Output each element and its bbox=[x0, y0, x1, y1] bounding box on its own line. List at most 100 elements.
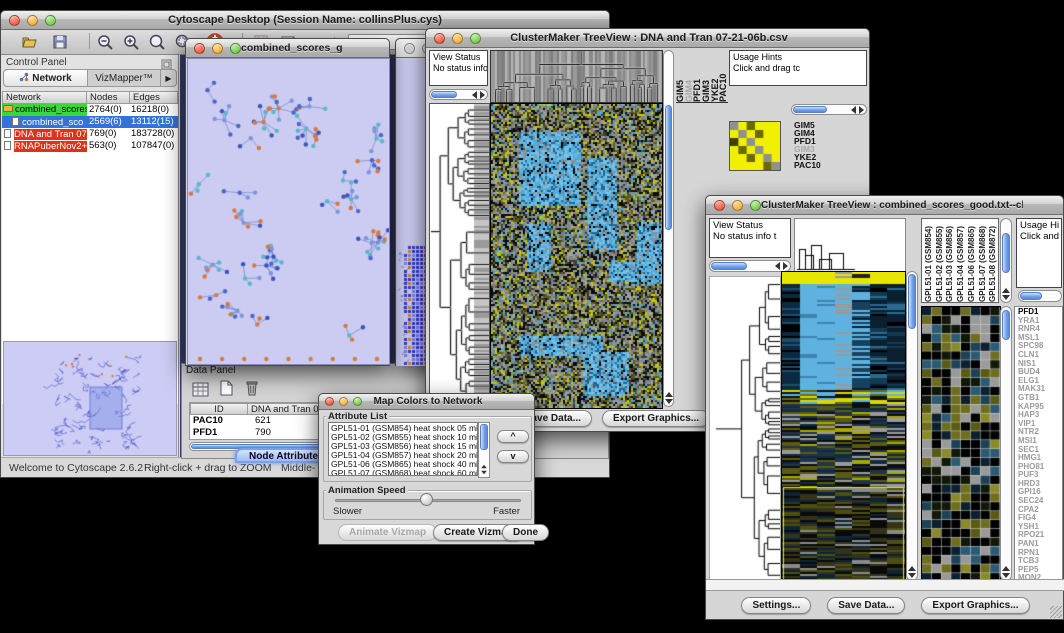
faster-label: Faster bbox=[493, 506, 520, 517]
network-row-combined-scores[interactable]: combined_scores 2764(0) 16218(0) bbox=[2, 104, 178, 116]
data-col-id[interactable]: ID bbox=[190, 403, 248, 415]
zoom-button[interactable] bbox=[230, 43, 241, 54]
tv1-hints-hscrollbar[interactable] bbox=[791, 104, 867, 115]
tv2-status-hscrollbar[interactable] bbox=[709, 260, 791, 272]
done-button[interactable]: Done bbox=[502, 524, 549, 541]
minimize-button[interactable] bbox=[27, 15, 38, 26]
status-hint-zoom: Right-click + drag to ZOOM bbox=[144, 462, 272, 474]
treeview2-titlebar[interactable]: ClusterMaker TreeView : combined_scores_… bbox=[706, 196, 1063, 215]
minimize-button[interactable] bbox=[212, 43, 223, 54]
save-icon[interactable] bbox=[49, 31, 71, 53]
dialog-titlebar[interactable]: Map Colors to Network bbox=[319, 394, 534, 410]
status-welcome: Welcome to Cytoscape 2.6.2 bbox=[9, 462, 143, 474]
zoom-selected-icon[interactable] bbox=[146, 31, 168, 53]
tv2-labels-vscrollbar[interactable] bbox=[1000, 218, 1012, 303]
tv1-heatmap-canvas[interactable] bbox=[490, 103, 663, 409]
tv1-global-mini-heatmap[interactable] bbox=[729, 121, 781, 171]
network-row-rnapuber[interactable]: RNAPuberNov2+ 563(0) 107847(0) bbox=[2, 140, 178, 152]
tv2-column-dendrogram[interactable] bbox=[794, 218, 906, 272]
open-file-icon[interactable] bbox=[19, 31, 41, 53]
control-panel-title: Control Panel bbox=[6, 57, 67, 68]
map-colors-dialog: Map Colors to Network Attribute List GPL… bbox=[318, 393, 535, 545]
zoom-button[interactable] bbox=[470, 33, 481, 44]
attribute-list[interactable]: GPL51-01 (GSM854) heat shock 05 minGPL51… bbox=[328, 422, 478, 476]
tv2-gene-labels: PFD1YRA1RNR4MSL1SPC98CLN1NIS1BUD4ELG1MAK… bbox=[1014, 306, 1063, 583]
main-window-title: Cytoscape Desktop (Session Name: collins… bbox=[56, 14, 554, 26]
animate-vizmap-button[interactable]: Animate Vizmap bbox=[338, 524, 437, 541]
zoom-button[interactable] bbox=[45, 15, 56, 26]
tab-network[interactable]: Network bbox=[4, 70, 88, 86]
close-button[interactable] bbox=[404, 43, 415, 54]
tv2-button-bar: Settings... Save Data... Export Graphics..… bbox=[706, 593, 1064, 617]
network-icon bbox=[19, 72, 29, 85]
network-row-selected[interactable]: combined_sco 2569(6) 13112(15) bbox=[2, 116, 178, 128]
tv1-column-dendrogram[interactable] bbox=[490, 50, 663, 103]
animation-speed-label: Animation Speed bbox=[326, 485, 408, 496]
close-button[interactable] bbox=[714, 200, 725, 211]
attribute-list-vscrollbar[interactable] bbox=[478, 422, 490, 478]
tv2-hints-hscrollbar[interactable] bbox=[1018, 290, 1062, 302]
tv1-view-status-box: View StatusNo status info f bbox=[429, 50, 488, 86]
close-button[interactable] bbox=[194, 43, 205, 54]
network1-view-canvas[interactable] bbox=[187, 58, 390, 365]
tv1-usage-hints-box: Usage HintsClick and drag tc bbox=[729, 50, 867, 86]
col-header-edges[interactable]: Edges bbox=[129, 91, 178, 104]
tv2-usage-hints-box: Usage HiClick and bbox=[1016, 218, 1062, 288]
network-row-dna-tran[interactable]: DNA and Tran 07 769(0) 183728(0) bbox=[2, 128, 178, 140]
attribute-list-label: Attribute List bbox=[326, 411, 389, 422]
tabs-overflow-button[interactable]: ▶ bbox=[160, 70, 176, 86]
tv1-status-hscrollbar[interactable] bbox=[429, 89, 488, 100]
zoom-button[interactable] bbox=[353, 397, 362, 406]
close-button[interactable] bbox=[434, 33, 445, 44]
zoom-button[interactable] bbox=[750, 200, 761, 211]
close-button[interactable] bbox=[9, 15, 20, 26]
new-document-icon[interactable] bbox=[216, 378, 236, 398]
treeview2-title: ClusterMaker TreeView : combined_scores_… bbox=[761, 200, 1023, 211]
treeview2-window: ClusterMaker TreeView : combined_scores_… bbox=[705, 195, 1064, 620]
resize-grip[interactable] bbox=[1050, 606, 1062, 618]
network-overview-panel[interactable] bbox=[3, 341, 177, 456]
window-controls bbox=[9, 15, 56, 26]
tv2-view-status-box: View StatusNo status info t bbox=[709, 218, 791, 258]
overview-canvas[interactable] bbox=[4, 342, 176, 455]
col-header-nodes[interactable]: Nodes bbox=[86, 91, 130, 104]
minimize-button[interactable] bbox=[732, 200, 743, 211]
data-panel-title: Data Panel bbox=[186, 365, 235, 376]
tv2-button[interactable]: Export Graphics... bbox=[921, 597, 1029, 614]
table-icon[interactable] bbox=[190, 379, 210, 399]
tv2-zoom-heatmap-canvas[interactable] bbox=[921, 306, 1001, 583]
tv1-column-labels: GIM5GIM4PFD1GIM3YKE2PAC10 bbox=[676, 50, 728, 103]
minimize-button[interactable] bbox=[339, 397, 348, 406]
zoom-in-icon[interactable] bbox=[120, 31, 142, 53]
file-icon bbox=[12, 117, 19, 126]
minimize-button[interactable] bbox=[452, 33, 463, 44]
tv1-mini-gene-labels: GIM5GIM4PFD1GIM3YKE2PAC10 bbox=[794, 121, 854, 171]
tv2-heatmap-canvas[interactable] bbox=[781, 271, 906, 583]
dialog-title: Map Colors to Network bbox=[362, 396, 494, 407]
tv1-vscrollbar[interactable] bbox=[663, 50, 674, 407]
move-down-button[interactable]: v bbox=[497, 450, 529, 463]
network1-titlebar[interactable]: combined_scores_good.txt--cluste... bbox=[186, 39, 389, 58]
treeview1-title: ClusterMaker TreeView : DNA and Tran 07-… bbox=[481, 32, 817, 44]
tv2-gene-vscrollbar[interactable] bbox=[1000, 306, 1012, 581]
file-icon bbox=[4, 129, 11, 138]
tv1-row-dendrogram[interactable] bbox=[429, 103, 490, 409]
desktop: Cytoscape Desktop (Session Name: collins… bbox=[0, 0, 1064, 633]
trash-icon[interactable] bbox=[242, 378, 262, 398]
tab-vizmapper[interactable]: VizMapper™ bbox=[88, 70, 160, 86]
col-header-network[interactable]: Network bbox=[2, 91, 87, 104]
tv2-main-vscrollbar[interactable] bbox=[906, 271, 918, 581]
tv1-button[interactable]: Export Graphics... bbox=[602, 410, 710, 427]
control-panel-tabs: Network VizMapper™ ▶ bbox=[3, 69, 177, 87]
move-up-button[interactable]: ^ bbox=[497, 430, 529, 443]
tv2-column-labels: GPL51-01 (GSM854)GPL51-02 (GSM855)GPL51-… bbox=[921, 218, 999, 303]
folder-icon bbox=[3, 105, 13, 112]
tv2-button[interactable]: Settings... bbox=[741, 597, 811, 614]
tv2-row-dendrogram[interactable] bbox=[709, 276, 781, 583]
treeview1-titlebar[interactable]: ClusterMaker TreeView : DNA and Tran 07-… bbox=[426, 29, 869, 48]
speed-slider-knob[interactable] bbox=[420, 493, 433, 506]
zoom-out-icon[interactable] bbox=[94, 31, 116, 53]
close-button[interactable] bbox=[325, 397, 334, 406]
tv2-button[interactable]: Save Data... bbox=[827, 597, 905, 614]
network1-title: combined_scores_good.txt--cluste... bbox=[241, 42, 343, 54]
